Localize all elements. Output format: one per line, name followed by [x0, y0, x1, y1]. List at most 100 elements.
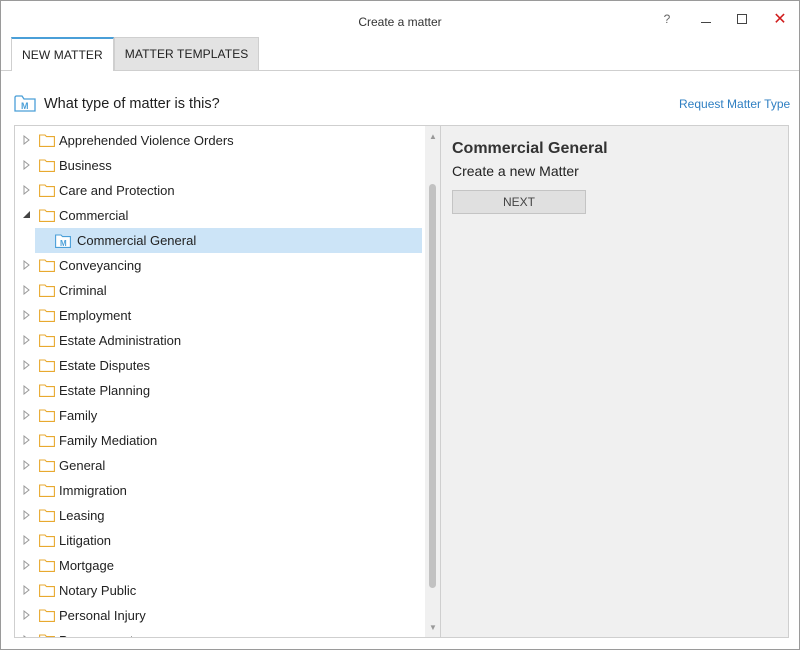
tree-item[interactable]: General [15, 453, 422, 478]
folder-icon [39, 409, 55, 422]
expand-arrow-icon[interactable] [23, 460, 31, 470]
expand-arrow-icon[interactable] [23, 560, 31, 570]
svg-text:M: M [21, 101, 29, 111]
expand-arrow-icon[interactable] [23, 160, 31, 170]
expand-arrow-icon[interactable] [23, 185, 31, 195]
tree-item[interactable]: Estate Planning [15, 378, 422, 403]
maximize-button[interactable] [726, 7, 758, 31]
tree-item[interactable]: Estate Administration [15, 328, 422, 353]
tree-item[interactable]: Leasing [15, 503, 422, 528]
expand-arrow-icon[interactable] [23, 385, 31, 395]
expand-arrow-icon[interactable] [23, 135, 31, 145]
tree-item[interactable]: Commercial [15, 203, 422, 228]
expand-arrow-icon[interactable] [23, 260, 31, 270]
expand-arrow-icon[interactable] [23, 410, 31, 420]
minimize-button[interactable] [690, 7, 722, 31]
tree-item-label: Notary Public [59, 583, 137, 598]
next-button[interactable]: NEXT [452, 190, 586, 214]
folder-icon [39, 209, 55, 222]
close-button[interactable]: ✕ [764, 7, 796, 31]
tab-new-matter[interactable]: NEW MATTER [11, 37, 114, 71]
folder-icon [39, 259, 55, 272]
detail-title: Commercial General [452, 140, 608, 157]
scroll-thumb[interactable] [429, 184, 436, 588]
tree-item[interactable]: Estate Disputes [15, 353, 422, 378]
expand-arrow-icon[interactable] [23, 310, 31, 320]
expand-arrow-icon[interactable] [23, 635, 31, 638]
minimize-icon [701, 21, 711, 23]
tree-item-label: Procurement [59, 633, 133, 637]
create-matter-window: Create a matter ? ✕ NEW MATTER MATTER TE… [0, 0, 800, 650]
folder-icon [39, 134, 55, 147]
folder-icon [39, 159, 55, 172]
matter-type-question: What type of matter is this? [44, 96, 220, 112]
help-button[interactable]: ? [651, 7, 683, 31]
folder-icon [39, 184, 55, 197]
tab-bar: NEW MATTER MATTER TEMPLATES [11, 37, 260, 71]
tab-matter-templates[interactable]: MATTER TEMPLATES [113, 37, 260, 70]
tree-item-label: Care and Protection [59, 183, 175, 198]
matter-type-tree: Apprehended Violence Orders Business Care … [14, 125, 441, 638]
folder-icon [39, 484, 55, 497]
tree-item[interactable]: Criminal [15, 278, 422, 303]
folder-icon [39, 634, 55, 637]
folder-icon [39, 384, 55, 397]
folder-icon [39, 309, 55, 322]
title-bar: Create a matter ? ✕ [1, 1, 799, 37]
folder-icon [39, 509, 55, 522]
request-matter-type-link[interactable]: Request Matter Type [679, 97, 790, 111]
folder-icon [39, 434, 55, 447]
folder-icon [39, 284, 55, 297]
folder-icon [39, 559, 55, 572]
scroll-up-icon[interactable]: ▲ [425, 128, 440, 144]
tree-item[interactable]: Apprehended Violence Orders [15, 128, 422, 153]
tree-item-label: Employment [59, 308, 132, 323]
scroll-down-icon[interactable]: ▼ [425, 619, 440, 635]
detail-subtitle: Create a new Matter [452, 163, 579, 179]
expand-arrow-icon[interactable] [23, 335, 31, 345]
tree-item-label: Leasing [59, 508, 105, 523]
tree-item-label: Immigration [59, 483, 127, 498]
svg-text:M: M [60, 239, 67, 248]
tree-item-label: Conveyancing [59, 258, 142, 273]
tree-scrollbar[interactable]: ▲ ▼ [425, 126, 440, 637]
tree-item[interactable]: Notary Public [15, 578, 422, 603]
folder-icon [39, 459, 55, 472]
tree-item[interactable]: Employment [15, 303, 422, 328]
tree-item-label: General [59, 458, 106, 473]
tree-item[interactable]: Litigation [15, 528, 422, 553]
expand-arrow-icon[interactable] [23, 535, 31, 545]
tree-item-child[interactable]: M Commercial General [35, 228, 422, 253]
tree-item-label: Personal Injury [59, 608, 146, 623]
tree-item[interactable]: Mortgage [15, 553, 422, 578]
folder-icon [39, 609, 55, 622]
tree-item-label: Commercial General [77, 233, 197, 248]
matter-template-icon: M [55, 234, 71, 248]
expand-arrow-icon[interactable] [23, 360, 31, 370]
expand-arrow-icon[interactable] [23, 610, 31, 620]
tree-item-label: Commercial [59, 208, 129, 223]
expand-arrow-icon[interactable] [23, 510, 31, 520]
folder-icon [39, 584, 55, 597]
tree-item[interactable]: Procurement [15, 628, 422, 638]
tree-item[interactable]: Care and Protection [15, 178, 422, 203]
tree-item[interactable]: Immigration [15, 478, 422, 503]
tree-item-label: Family Mediation [59, 433, 158, 448]
tree-item-label: Estate Planning [59, 383, 151, 398]
expand-arrow-icon[interactable] [23, 435, 31, 445]
collapse-arrow-icon[interactable] [23, 210, 31, 220]
expand-arrow-icon[interactable] [23, 485, 31, 495]
tree-item[interactable]: Business [15, 153, 422, 178]
tree-item[interactable]: Personal Injury [15, 603, 422, 628]
tree-item[interactable]: Family Mediation [15, 428, 422, 453]
tree-item[interactable]: Conveyancing [15, 253, 422, 278]
tree-item[interactable]: Family [15, 403, 422, 428]
expand-arrow-icon[interactable] [23, 285, 31, 295]
tree-item-label: Estate Administration [59, 333, 182, 348]
maximize-icon [737, 14, 747, 24]
expand-arrow-icon[interactable] [23, 585, 31, 595]
tree-item-label: Litigation [59, 533, 112, 548]
matter-type-icon: M [14, 95, 36, 112]
tree-item-label: Family [59, 408, 98, 423]
tree-item-label: Business [59, 158, 112, 173]
